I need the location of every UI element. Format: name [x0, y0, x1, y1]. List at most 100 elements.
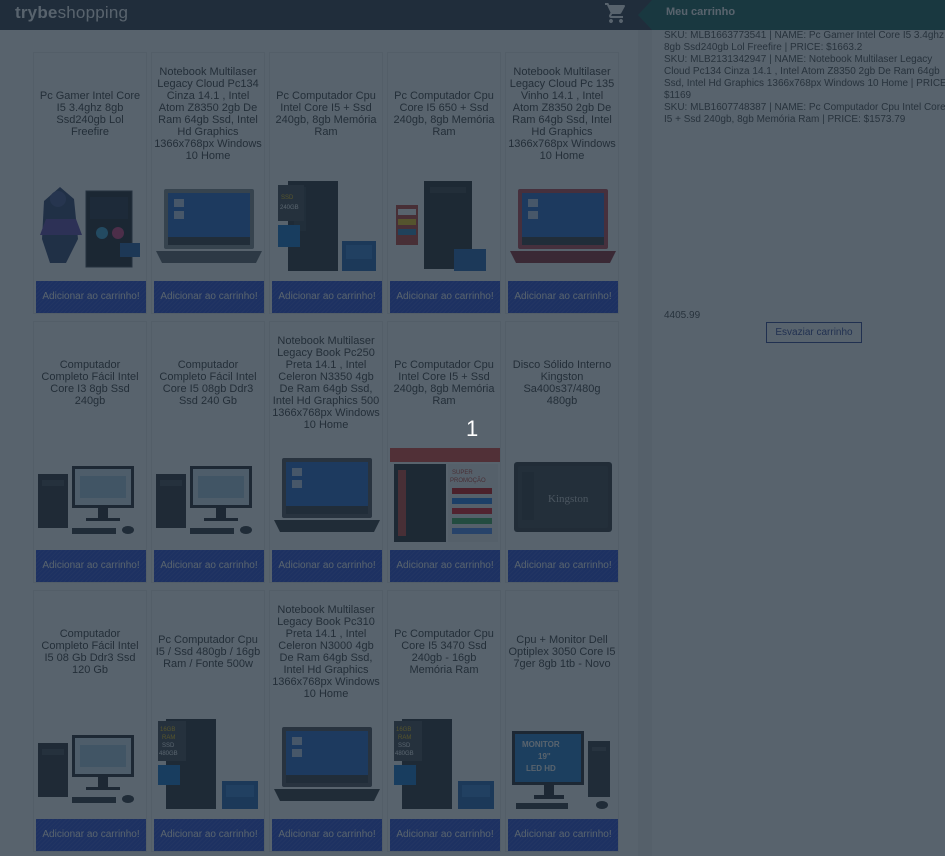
cart-item[interactable]: SKU: MLB1663773541 | NAME: Pc Gamer Inte…	[664, 30, 945, 54]
cart-panel: SKU: MLB1663773541 | NAME: Pc Gamer Inte…	[638, 30, 945, 856]
product-name: Cpu + Monitor Dell Optiplex 3050 Core I5…	[508, 634, 616, 670]
product-image	[272, 448, 382, 544]
product-name: Pc Computador Cpu I5 / Ssd 480gb / 16gb …	[155, 634, 261, 670]
product-image: MONITOR 19" LED HD	[508, 717, 618, 813]
product-photo	[390, 179, 500, 275]
product-photo: SUPER PROMOÇÃO	[390, 448, 500, 544]
product-card: Computador Completo Fácil Intel Core I5 …	[151, 321, 265, 583]
product-name: Notebook Multilaser Legacy Book Pc250 Pr…	[272, 335, 380, 431]
product-photo	[36, 448, 146, 544]
add-to-cart-button[interactable]: Adicionar ao carrinho!	[508, 281, 618, 313]
product-photo	[272, 448, 382, 544]
add-to-cart-button[interactable]: Adicionar ao carrinho!	[508, 819, 618, 851]
product-photo: 16GB RAM SSD 480GB	[154, 717, 264, 813]
add-to-cart-button[interactable]: Adicionar ao carrinho!	[390, 281, 500, 313]
product-photo: Kingston	[508, 448, 618, 544]
product-name: Computador Completo Fácil Intel Core I5 …	[159, 359, 257, 407]
product-image: SSD 240GB	[272, 179, 382, 275]
svg-text:SSD: SSD	[162, 743, 175, 749]
product-card: Cpu + Monitor Dell Optiplex 3050 Core I5…	[505, 590, 619, 852]
product-photo	[508, 179, 618, 275]
product-card: Pc Computador Cpu Intel Core I5 + Ssd 24…	[387, 321, 501, 583]
product-image	[36, 448, 146, 544]
product-card: Computador Completo Fácil Intel I5 08 Gb…	[33, 590, 147, 852]
add-to-cart-button[interactable]: Adicionar ao carrinho!	[272, 550, 382, 582]
product-name: Notebook Multilaser Legacy Book Pc310 Pr…	[272, 604, 380, 700]
product-image: 16GB RAM SSD 480GB	[390, 717, 500, 813]
add-to-cart-button[interactable]: Adicionar ao carrinho!	[36, 819, 146, 851]
svg-text:FREE FIRE: FREE FIRE	[40, 265, 71, 271]
product-photo	[36, 717, 146, 813]
add-to-cart-button[interactable]: Adicionar ao carrinho!	[36, 550, 146, 582]
product-image	[36, 717, 146, 813]
svg-text:480GB: 480GB	[395, 751, 414, 757]
svg-text:SUPER: SUPER	[452, 470, 473, 476]
product-name: Disco Sólido Interno Kingston Sa400s37/4…	[512, 359, 612, 407]
add-to-cart-button[interactable]: Adicionar ao carrinho!	[272, 281, 382, 313]
product-photo: MONITOR 19" LED HD	[508, 717, 618, 813]
product-photo	[154, 179, 264, 275]
logo-regular-text: shopping	[57, 3, 129, 22]
product-name: Pc Computador Cpu Intel Core I5 + Ssd 24…	[393, 359, 495, 407]
product-card: Computador Completo Fácil Intel Core I3 …	[33, 321, 147, 583]
add-to-cart-button[interactable]: Adicionar ao carrinho!	[154, 819, 264, 851]
svg-text:RAM: RAM	[398, 735, 411, 741]
product-name: Pc Gamer Intel Core I5 3.4ghz 8gb Ssd240…	[39, 90, 141, 138]
svg-text:19": 19"	[538, 752, 551, 761]
product-photo	[272, 717, 382, 813]
product-name: Computador Completo Fácil Intel I5 08 Gb…	[41, 628, 139, 676]
product-card: Pc Computador Cpu Core I5 3470 Ssd 240gb…	[387, 590, 501, 852]
svg-text:MONITOR: MONITOR	[522, 740, 560, 749]
product-image	[390, 179, 500, 275]
total-price: 4405.99	[664, 310, 701, 321]
product-name: Pc Computador Cpu Core I5 650 + Ssd 240g…	[393, 90, 495, 138]
app-root: trybeshopping Meu carrinho Pc Gamer Inte…	[0, 0, 945, 856]
product-name: Pc Computador Cpu Intel Core I5 + Ssd 24…	[275, 90, 377, 138]
svg-text:16GB: 16GB	[160, 727, 175, 733]
add-to-cart-button[interactable]: Adicionar ao carrinho!	[154, 550, 264, 582]
add-to-cart-button[interactable]: Adicionar ao carrinho!	[272, 819, 382, 851]
svg-text:16GB: 16GB	[396, 727, 411, 733]
product-card: Pc Gamer Intel Core I5 3.4ghz 8gb Ssd240…	[33, 52, 147, 314]
product-photo: FREE FIRE	[36, 179, 146, 275]
product-image: FREE FIRE	[36, 179, 146, 275]
add-to-cart-button[interactable]: Adicionar ao carrinho!	[508, 550, 618, 582]
product-photo: SSD 240GB	[272, 179, 382, 275]
empty-cart-button[interactable]: Esvaziar carrinho	[766, 322, 862, 343]
add-to-cart-button[interactable]: Adicionar ao carrinho!	[36, 281, 146, 313]
product-photo: 16GB RAM SSD 480GB	[390, 717, 500, 813]
cart-item[interactable]: SKU: MLB1607748387 | NAME: Pc Computador…	[664, 102, 945, 126]
product-card: Notebook Multilaser Legacy Book Pc250 Pr…	[269, 321, 383, 583]
svg-text:SSD: SSD	[281, 195, 294, 201]
svg-text:480GB: 480GB	[159, 751, 178, 757]
product-image: Kingston	[508, 448, 618, 544]
svg-text:Kingston: Kingston	[548, 493, 589, 505]
svg-text:SSD: SSD	[398, 743, 411, 749]
cart-items-list: SKU: MLB1663773541 | NAME: Pc Gamer Inte…	[664, 30, 945, 126]
product-image	[272, 717, 382, 813]
add-to-cart-button[interactable]: Adicionar ao carrinho!	[390, 819, 500, 851]
product-card: Notebook Multilaser Legacy Book Pc310 Pr…	[269, 590, 383, 852]
product-image	[154, 448, 264, 544]
svg-text:LED HD: LED HD	[526, 764, 556, 773]
svg-text:RAM: RAM	[162, 735, 175, 741]
product-photo	[154, 448, 264, 544]
product-image: 16GB RAM SSD 480GB	[154, 717, 264, 813]
add-to-cart-button[interactable]: Adicionar ao carrinho!	[154, 281, 264, 313]
product-card: Notebook Multilaser Legacy Cloud Pc 135 …	[505, 52, 619, 314]
product-name: Notebook Multilaser Legacy Cloud Pc134 C…	[154, 66, 262, 162]
product-name: Pc Computador Cpu Core I5 3470 Ssd 240gb…	[394, 628, 494, 676]
shopping-cart-icon[interactable]	[604, 1, 628, 25]
product-image	[154, 179, 264, 275]
logo-bold-text: trybe	[15, 3, 58, 22]
product-name: Notebook Multilaser Legacy Cloud Pc 135 …	[508, 66, 616, 162]
store-logo: trybeshopping	[15, 3, 128, 23]
cart-item[interactable]: SKU: MLB2131342947 | NAME: Notebook Mult…	[664, 54, 945, 102]
top-header: trybeshopping Meu carrinho	[0, 0, 945, 30]
product-card: Notebook Multilaser Legacy Cloud Pc134 C…	[151, 52, 265, 314]
svg-text:240GB: 240GB	[280, 205, 299, 211]
product-image	[508, 179, 618, 275]
product-image: SUPER PROMOÇÃO	[390, 448, 500, 544]
add-to-cart-button[interactable]: Adicionar ao carrinho!	[390, 550, 500, 582]
cart-title: Meu carrinho	[666, 6, 736, 18]
